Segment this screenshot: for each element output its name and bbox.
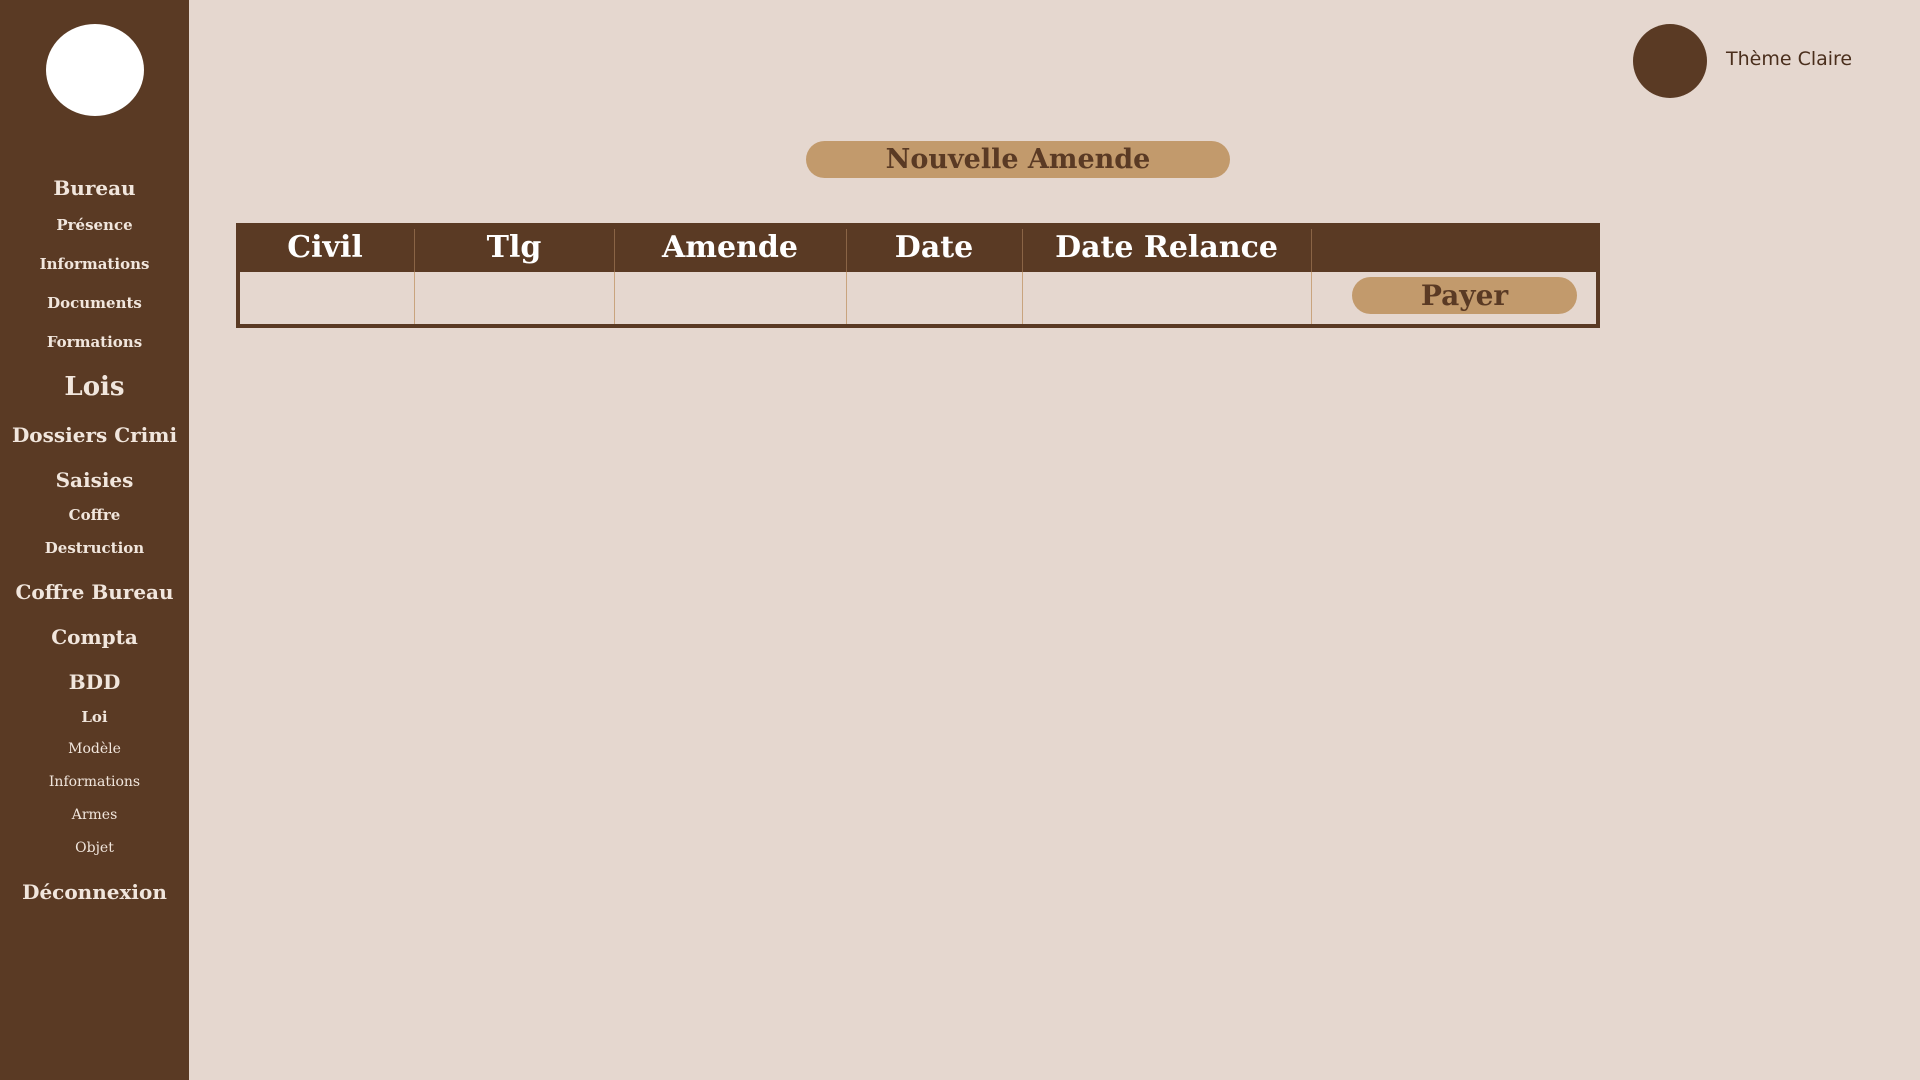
sidebar-item-loi[interactable]: Loi: [0, 708, 189, 726]
sidebar-item-saisies[interactable]: Saisies: [0, 468, 189, 492]
sidebar-item-deconnexion[interactable]: Déconnexion: [0, 880, 189, 904]
cell-divider: [1022, 272, 1023, 324]
column-header-civil: Civil: [287, 230, 363, 265]
sidebar-item-dossiers-crimi[interactable]: Dossiers Crimi: [0, 423, 189, 447]
sidebar: Bureau Présence Informations Documents F…: [0, 0, 189, 1080]
column-header-tlg: Tlg: [486, 230, 542, 265]
column-divider: [1022, 229, 1023, 272]
cell-divider: [614, 272, 615, 324]
sidebar-item-coffre-bureau[interactable]: Coffre Bureau: [0, 580, 189, 604]
pay-button[interactable]: Payer: [1352, 277, 1577, 314]
column-header-amende: Amende: [662, 230, 798, 265]
sidebar-item-objet[interactable]: Objet: [0, 840, 189, 856]
column-divider: [414, 229, 415, 272]
sidebar-item-bdd-informations[interactable]: Informations: [0, 774, 189, 790]
column-header-date-relance: Date Relance: [1055, 230, 1278, 265]
column-divider: [846, 229, 847, 272]
sidebar-item-destruction[interactable]: Destruction: [0, 539, 189, 557]
column-header-date: Date: [894, 230, 974, 265]
fines-table: Civil Tlg Amende Date Date Relance Payer: [236, 223, 1600, 328]
column-divider: [614, 229, 615, 272]
column-header-action: [1311, 223, 1600, 272]
new-fine-button[interactable]: Nouvelle Amende: [806, 141, 1230, 178]
sidebar-item-compta[interactable]: Compta: [0, 625, 189, 649]
sidebar-item-coffre[interactable]: Coffre: [0, 506, 189, 524]
cell-divider: [414, 272, 415, 324]
logo: [46, 24, 144, 116]
cell-divider: [846, 272, 847, 324]
sidebar-item-bdd[interactable]: BDD: [0, 670, 189, 694]
column-divider: [1311, 229, 1312, 272]
table-header: Civil Tlg Amende Date Date Relance: [236, 223, 1600, 272]
sidebar-item-lois[interactable]: Lois: [0, 372, 189, 402]
sidebar-item-documents[interactable]: Documents: [0, 294, 189, 312]
sidebar-item-bureau[interactable]: Bureau: [0, 176, 189, 200]
sidebar-item-formations[interactable]: Formations: [0, 333, 189, 351]
sidebar-item-presence[interactable]: Présence: [0, 216, 189, 234]
sidebar-item-armes[interactable]: Armes: [0, 807, 189, 823]
sidebar-item-informations[interactable]: Informations: [0, 255, 189, 273]
theme-label[interactable]: Thème Claire: [1726, 48, 1852, 70]
theme-toggle-avatar[interactable]: [1633, 24, 1707, 98]
sidebar-item-modele[interactable]: Modèle: [0, 741, 189, 757]
cell-divider: [1311, 272, 1312, 324]
